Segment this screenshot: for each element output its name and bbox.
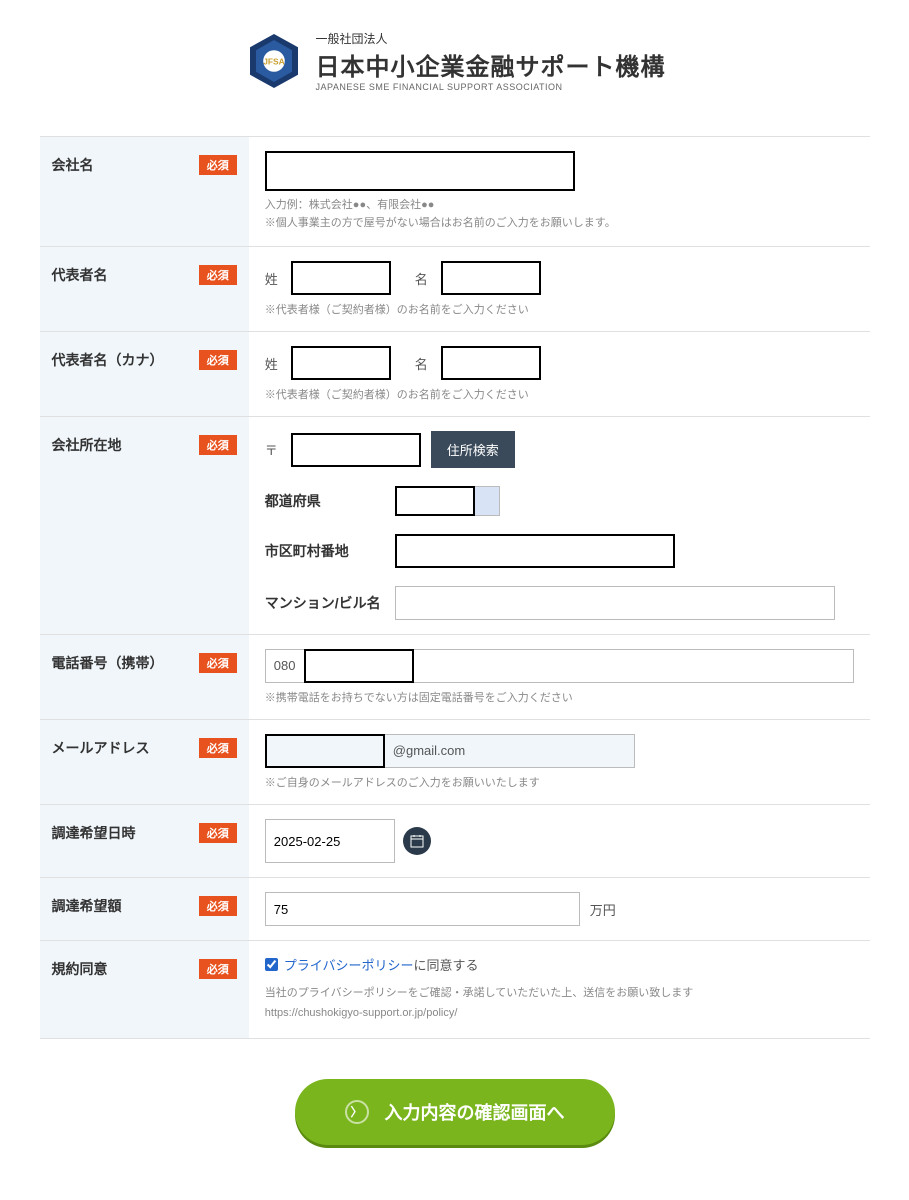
pref-label: 都道府県 <box>265 491 385 511</box>
pref-select[interactable] <box>395 486 500 516</box>
mei-kana-label: 名 <box>415 354 431 373</box>
header: JFSA 一般社団法人 日本中小企業金融サポート機構 JAPANESE SME … <box>0 0 909 116</box>
date-label: 調達希望日時 <box>52 825 136 841</box>
phone-rest-input[interactable] <box>414 649 854 683</box>
rep-mei-input[interactable] <box>441 261 541 295</box>
svg-text:JFSA: JFSA <box>263 57 284 67</box>
agree-checkbox[interactable] <box>265 958 278 971</box>
email-local-input[interactable] <box>265 734 385 768</box>
jfsa-logo-icon: JFSA <box>244 31 304 91</box>
zip-input[interactable] <box>291 433 421 467</box>
agree-hint: 当社のプライバシーポリシーをご確認・承諾していただいた上、送信をお願い致します … <box>265 984 854 1024</box>
sei-label: 姓 <box>265 269 281 288</box>
sei-kana-label: 姓 <box>265 354 281 373</box>
company-input[interactable] <box>265 151 575 191</box>
city-input[interactable] <box>395 534 675 568</box>
date-input[interactable] <box>265 819 395 863</box>
required-badge: 必須 <box>199 350 237 370</box>
logo-subtitle-1: 一般社団法人 <box>316 30 666 47</box>
city-label: 市区町村番地 <box>265 541 385 561</box>
required-badge: 必須 <box>199 265 237 285</box>
amount-unit: 万円 <box>590 900 616 919</box>
required-badge: 必須 <box>199 896 237 916</box>
required-badge: 必須 <box>199 155 237 175</box>
phone-input[interactable] <box>304 649 414 683</box>
agree-text: に同意する <box>414 958 479 973</box>
mei-label: 名 <box>415 269 431 288</box>
address-label: 会社所在地 <box>52 437 122 453</box>
email-hint: ※ご自身のメールアドレスのご入力をお願いいたします <box>265 774 854 790</box>
rep-mei-kana-input[interactable] <box>441 346 541 380</box>
email-domain: @gmail.com <box>385 734 635 768</box>
submit-label: 入力内容の確認画面へ <box>385 1099 565 1125</box>
privacy-policy-link[interactable]: プライバシーポリシー <box>284 958 414 973</box>
rep-name-hint: ※代表者様（ご契約者様）のお名前をご入力ください <box>265 301 854 317</box>
phone-label: 電話番号（携帯） <box>52 655 164 671</box>
phone-prefix: 080 <box>265 649 304 683</box>
amount-label: 調達希望額 <box>52 898 122 914</box>
zip-mark: 〒 <box>265 440 281 459</box>
required-badge: 必須 <box>199 959 237 979</box>
rep-sei-kana-input[interactable] <box>291 346 391 380</box>
required-badge: 必須 <box>199 435 237 455</box>
application-form: 会社名 必須 入力例：株式会社●●、有限会社●● ※個人事業主の方で屋号がない場… <box>40 136 870 1039</box>
rep-kana-hint: ※代表者様（ご契約者様）のお名前をご入力ください <box>265 386 854 402</box>
required-badge: 必須 <box>199 653 237 673</box>
calendar-icon[interactable] <box>403 827 431 855</box>
building-label: マンション/ビル名 <box>265 593 385 613</box>
address-search-button[interactable]: 住所検索 <box>431 431 515 468</box>
phone-hint: ※携帯電話をお持ちでない方は固定電話番号をご入力ください <box>265 689 854 705</box>
required-badge: 必須 <box>199 823 237 843</box>
agree-label: 規約同意 <box>52 961 108 977</box>
logo-title: 日本中小企業金融サポート機構 <box>316 47 666 82</box>
rep-sei-input[interactable] <box>291 261 391 295</box>
rep-kana-label: 代表者名（カナ） <box>52 352 164 368</box>
building-input[interactable] <box>395 586 835 620</box>
logo-subtitle-2: JAPANESE SME FINANCIAL SUPPORT ASSOCIATI… <box>316 82 666 92</box>
amount-input[interactable] <box>265 892 580 926</box>
submit-button[interactable]: 〉 入力内容の確認画面へ <box>295 1079 615 1145</box>
required-badge: 必須 <box>199 738 237 758</box>
company-hint: 入力例：株式会社●●、有限会社●● ※個人事業主の方で屋号がない場合はお名前のご… <box>265 197 854 232</box>
email-label: メールアドレス <box>52 740 150 756</box>
company-label: 会社名 <box>52 157 94 173</box>
chevron-right-icon: 〉 <box>345 1100 369 1124</box>
rep-name-label: 代表者名 <box>52 267 108 283</box>
